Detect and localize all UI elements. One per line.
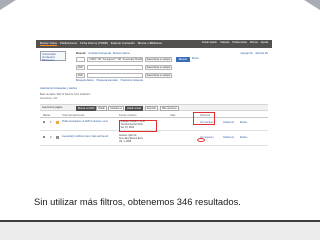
expand-search-link[interactable]: Ampliar búsqueda xyxy=(88,51,111,55)
full-text-link[interactable]: Enlace xyxy=(240,136,247,139)
result-metadata: Autores: Frewer L, et al. Trends Food Sc… xyxy=(119,119,157,133)
search-input[interactable] xyxy=(87,65,143,70)
language-link[interactable]: Idioma xyxy=(250,41,258,44)
table-row: 1. Public acceptance of GMO in Europe: s… xyxy=(40,119,268,133)
search-row-2: AND Seleccionar un campo xyxy=(76,65,172,70)
operator-select[interactable] xyxy=(76,57,85,62)
search-row-3: AND Seleccionar un campo xyxy=(76,73,172,78)
nav-item-publications[interactable]: Publicaciones xyxy=(60,41,77,46)
col-mark: Marcar xyxy=(43,113,51,117)
col-title: Título del documento xyxy=(62,113,85,117)
search-row-1: ("GMO" OR "transgénico*" OR "Genetically… xyxy=(76,57,172,62)
document-icon xyxy=(56,135,59,139)
field-select[interactable]: Seleccionar un campo xyxy=(145,57,172,62)
preferences-link[interactable]: Preferencias xyxy=(232,41,247,44)
slide-footer-band xyxy=(0,222,320,240)
result-title-link[interactable]: Genetically modified crops: risks and be… xyxy=(62,135,108,138)
add-button[interactable]: Añadir xyxy=(96,106,107,111)
search-history-link[interactable]: Historial de búsqueda xyxy=(121,80,143,82)
row-number: 1. xyxy=(50,120,53,124)
search-now-link[interactable]: Buscar ahora xyxy=(113,51,130,55)
save-to-button[interactable]: Guardar en xyxy=(108,106,125,111)
operator-select[interactable]: AND xyxy=(76,65,85,70)
add-to-list-button[interactable]: Añadir a lista xyxy=(125,106,143,111)
export-button[interactable]: Exportar xyxy=(145,106,159,111)
search-mode-links: Búsqueda básica Búsqueda avanzada Histor… xyxy=(76,80,143,82)
more-options-button[interactable]: Más opciones xyxy=(160,106,179,111)
row-checkbox[interactable] xyxy=(43,121,46,124)
select-page-checkbox[interactable]: Seleccionar página xyxy=(42,106,62,109)
results-toolbar: Seleccionar página Buscar en ERC Añadir … xyxy=(40,104,268,111)
operator-select[interactable]: AND xyxy=(76,73,85,78)
highlight-box xyxy=(193,112,215,125)
row-number: 2. xyxy=(50,135,53,139)
search-input[interactable]: ("GMO" OR "transgénico*" OR "Genetically… xyxy=(87,57,143,62)
slide-corner-left xyxy=(0,0,16,10)
results-count: Resultados: 346 xyxy=(40,97,58,100)
col-citations: Citas xyxy=(170,113,176,117)
slide-corner-right xyxy=(304,0,320,10)
nav-item-explore[interactable]: Explorar Contenido xyxy=(111,41,135,46)
library-logo: Universidad de Navarra Bibliotecas xyxy=(40,51,66,62)
nav-item-all[interactable]: Buscar Todos xyxy=(40,41,57,46)
row-toolbar: Agregar fila Eliminar fila xyxy=(240,52,268,55)
full-text-link[interactable]: Enlace xyxy=(240,121,247,124)
slide-caption: Sin utilizar más filtros, obtenemos 346 … xyxy=(34,196,241,207)
basic-search-link[interactable]: Búsqueda básica xyxy=(76,80,94,82)
results-header: Base de datos: Web of Science Core Colle… xyxy=(40,93,268,102)
cited-by-link[interactable]: Citado por xyxy=(223,136,234,139)
highlight-circle xyxy=(197,138,205,142)
search-input[interactable] xyxy=(87,73,143,78)
table-row: 2. Genetically modified crops: risks and… xyxy=(40,134,268,146)
search-button[interactable]: Buscar xyxy=(176,57,190,62)
advanced-search-link[interactable]: Búsqueda avanzada xyxy=(97,80,118,82)
result-metadata: Autores: Qaim M. Annu Rev Resour Econ Vo… xyxy=(119,135,144,144)
add-row-link[interactable]: Agregar fila xyxy=(240,52,252,55)
result-title-link[interactable]: Public acceptance of GMO in Europe: surv… xyxy=(62,120,108,123)
signin-link[interactable]: Iniciar sesión xyxy=(202,41,217,44)
folder-link[interactable]: Carpeta xyxy=(220,41,229,44)
cited-by-link[interactable]: Citado por xyxy=(223,121,234,124)
document-icon xyxy=(56,120,59,124)
help-link[interactable]: Ayuda xyxy=(261,41,268,44)
field-select[interactable]: Seleccionar un campo xyxy=(145,65,172,70)
top-navigation-bar: Buscar Todos Publicaciones Ficha Informe… xyxy=(36,40,272,48)
database-search-screenshot: Buscar Todos Publicaciones Ficha Informe… xyxy=(36,40,272,190)
row-checkbox[interactable] xyxy=(43,136,46,139)
history-alerts-link[interactable]: Historial de búsquedas y alertas xyxy=(40,87,77,90)
database-label: Base de datos: Web of Science Core Colle… xyxy=(40,93,91,96)
search-heading: Buscar: Ampliar búsqueda Buscar ahora xyxy=(76,51,130,55)
field-select[interactable]: Seleccionar un campo xyxy=(145,73,172,78)
results-table-header: Marcar Título del documento Fuente / Aut… xyxy=(40,112,268,118)
remove-row-link[interactable]: Eliminar fila xyxy=(256,52,268,55)
search-erc-button[interactable]: Buscar en ERC xyxy=(76,106,97,111)
nav-item-ebook[interactable]: Buscar e-Biblioteca xyxy=(138,41,162,46)
clear-button[interactable]: Borrar xyxy=(192,57,199,60)
col-source: Fuente / Autores xyxy=(119,113,137,117)
nav-item-report[interactable]: Ficha Informe (TMDB) xyxy=(80,41,108,46)
